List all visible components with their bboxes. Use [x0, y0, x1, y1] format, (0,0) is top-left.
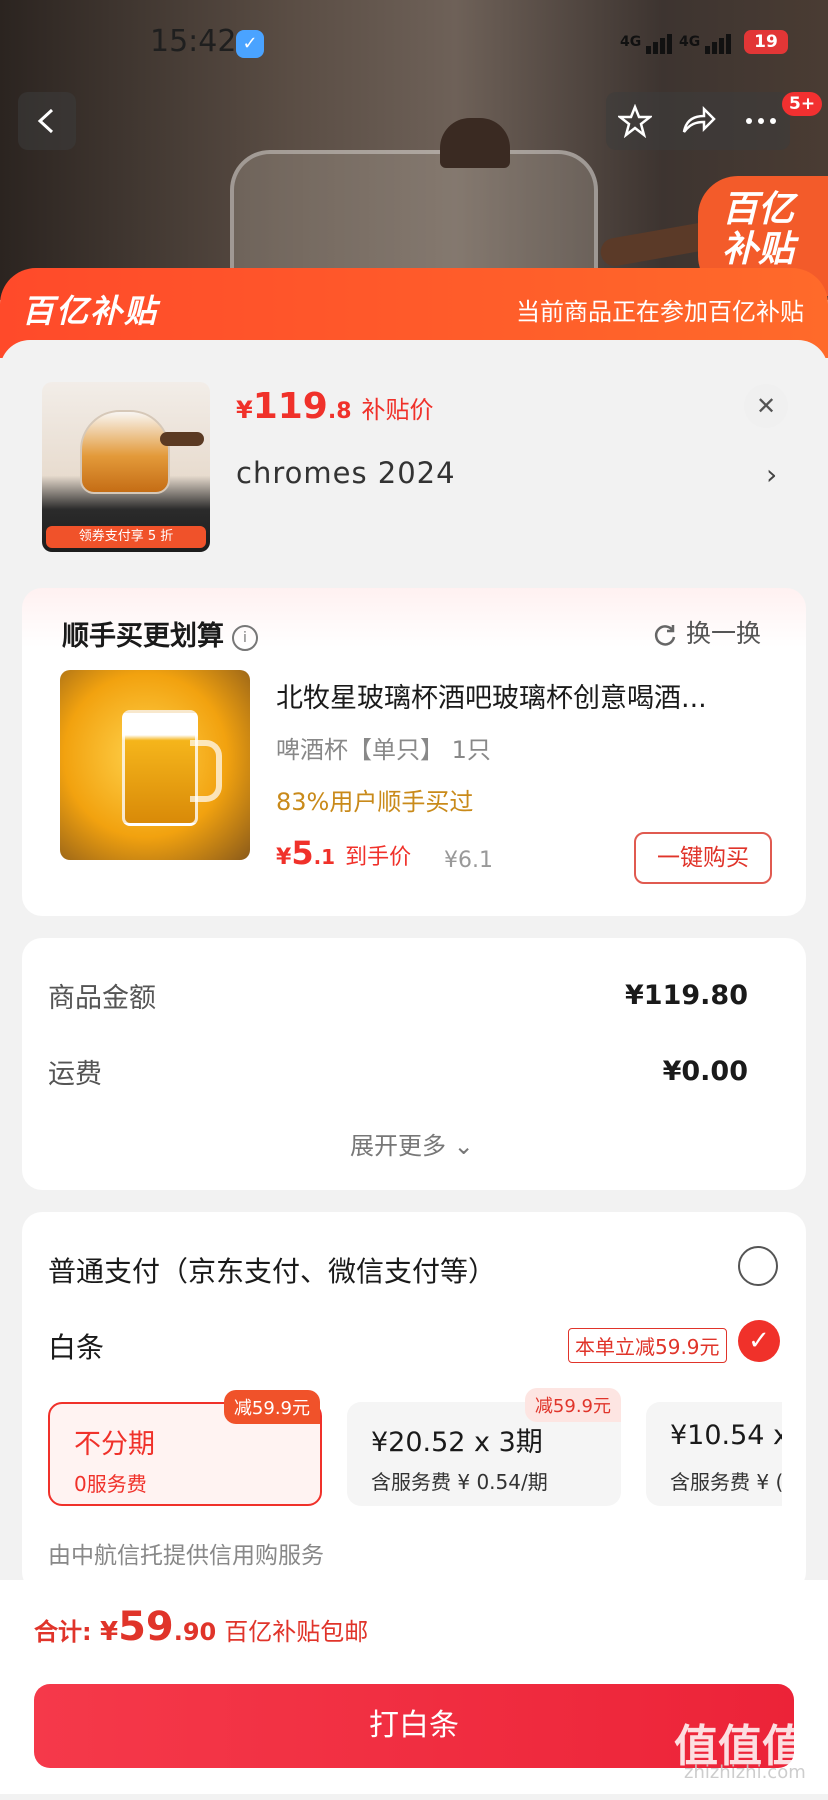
credit-note: 由中航信托提供信用购服务 [48, 1543, 324, 1569]
subsidy-note: 当前商品正在参加百亿补贴 [516, 298, 804, 326]
plan-no-installment[interactable]: 减59.9元 不分期 0服务费 [48, 1390, 322, 1506]
chevron-left-icon [37, 108, 54, 134]
expand-label: 展开更多 [350, 1132, 446, 1160]
signal-icon [646, 34, 674, 54]
bundle-item-spec: 啤酒杯【单只】 1只 [276, 736, 491, 764]
plan-sub: 0服务费 [74, 1472, 147, 1496]
back-button[interactable] [18, 92, 76, 150]
status-time: 15:42 [150, 24, 237, 59]
product-thumbnail[interactable]: 领券支付享 5 折 [42, 382, 210, 552]
beer-mug [122, 710, 198, 826]
bundle-price-dec: .1 [313, 845, 336, 869]
app-notification-icon: ✓ [236, 30, 264, 58]
star-icon [618, 104, 652, 138]
beer-mug-handle [190, 740, 222, 802]
expand-more-button[interactable]: 展开更多 ⌄ [350, 1126, 474, 1161]
teapot-lid [440, 118, 510, 168]
bundle-title-text: 顺手买更划算 [62, 621, 224, 652]
total-currency: ¥ [99, 1617, 119, 1647]
product-spec-name[interactable]: chromes 2024 [236, 456, 456, 490]
message-badge: 5+ [782, 92, 823, 116]
signal-icon-2 [705, 34, 733, 54]
price-int: 119 [252, 386, 328, 427]
plan-sub: 含服务费 ¥ 0.54/期 [371, 1470, 548, 1494]
close-button[interactable]: ✕ [744, 384, 788, 428]
total-int: 59 [118, 1604, 174, 1650]
bundle-item-price: ¥5.1 到手价 [276, 834, 411, 872]
plan-tag: 减59.9元 [223, 1390, 320, 1424]
chevron-right-icon[interactable]: › [766, 458, 777, 491]
plan-sub: 含服务费 ¥ ( [670, 1470, 782, 1494]
subsidy-stamp-line2: 补贴 [722, 229, 795, 270]
network-label: 4G [620, 34, 642, 50]
bundle-item-rate: 83%用户顺手买过 [276, 788, 474, 816]
chevron-down-icon: ⌄ [453, 1132, 474, 1160]
favorite-button[interactable] [606, 92, 664, 150]
refresh-icon [654, 625, 676, 646]
total-note: 百亿补贴包邮 [224, 1618, 369, 1646]
more-dots-icon [746, 118, 776, 124]
price-currency: ¥ [236, 396, 253, 424]
normal-pay-label[interactable]: 普通支付（京东支付、微信支付等） [48, 1250, 496, 1290]
checkmark-icon: ✓ [748, 1326, 770, 1356]
share-icon [682, 105, 716, 133]
thumb-promo: 领券支付享 5 折 [46, 526, 206, 548]
swap-label: 换一换 [685, 619, 761, 648]
info-icon[interactable]: i [232, 624, 258, 651]
battery-icon: 19 [743, 30, 788, 54]
thumb-handle [160, 432, 204, 446]
plan-title: ¥20.52 x 3期 [371, 1427, 543, 1458]
nav-action-group [606, 92, 790, 150]
watermark-url: zhizhizhi.com [684, 1762, 806, 1783]
total-label: 合计: [34, 1618, 92, 1646]
subsidy-logo: 百亿补贴 [22, 292, 159, 330]
price-label: 补贴价 [361, 396, 434, 424]
goods-amount-value: ¥119.80 [625, 980, 748, 1011]
plan-title: 不分期 [74, 1429, 155, 1460]
plan-3-installment[interactable]: 减59.9元 ¥20.52 x 3期 含服务费 ¥ 0.54/期 [347, 1388, 621, 1506]
status-icons: 4G 4G 19 [620, 30, 788, 54]
plan-tag: 减59.9元 [524, 1388, 621, 1422]
shipping-label: 运费 [48, 1059, 102, 1090]
subsidy-price: ¥119.8 补贴价 [236, 386, 434, 427]
bundle-price-currency: ¥ [276, 845, 292, 870]
discount-tag: 本单立减59.9元 [568, 1328, 727, 1363]
normal-pay-radio[interactable] [738, 1246, 778, 1286]
price-dec: .8 [327, 399, 352, 424]
total-dec: .90 [173, 1618, 217, 1646]
thumb-teapot [80, 410, 170, 494]
total-amount: 合计: ¥59.90 百亿补贴包邮 [34, 1604, 368, 1650]
subsidy-stamp-line1: 百亿 [722, 189, 795, 230]
bundle-orig-price: ¥6.1 [444, 848, 493, 873]
bundle-price-label: 到手价 [345, 845, 412, 870]
network-label-2: 4G [678, 34, 701, 50]
bundle-price-int: 5 [291, 834, 314, 872]
goods-amount-label: 商品金额 [48, 983, 156, 1014]
bundle-title: 顺手买更划算 i [62, 614, 258, 653]
shipping-value: ¥0.00 [662, 1056, 748, 1087]
baitiao-radio-checked[interactable]: ✓ [738, 1320, 780, 1362]
share-button[interactable] [669, 92, 727, 150]
one-click-buy-button[interactable]: 一键购买 [634, 832, 772, 884]
baitiao-label[interactable]: 白条 [48, 1326, 104, 1366]
plan-more-installment[interactable]: ¥10.54 x 含服务费 ¥ ( [646, 1402, 782, 1506]
bundle-item-title[interactable]: 北牧星玻璃杯酒吧玻璃杯创意喝酒... [276, 676, 776, 715]
close-icon: ✕ [755, 392, 777, 420]
plan-title: ¥10.54 x [670, 1420, 782, 1451]
bundle-item-image[interactable] [60, 670, 250, 860]
swap-button[interactable]: 换一换 [652, 614, 761, 650]
